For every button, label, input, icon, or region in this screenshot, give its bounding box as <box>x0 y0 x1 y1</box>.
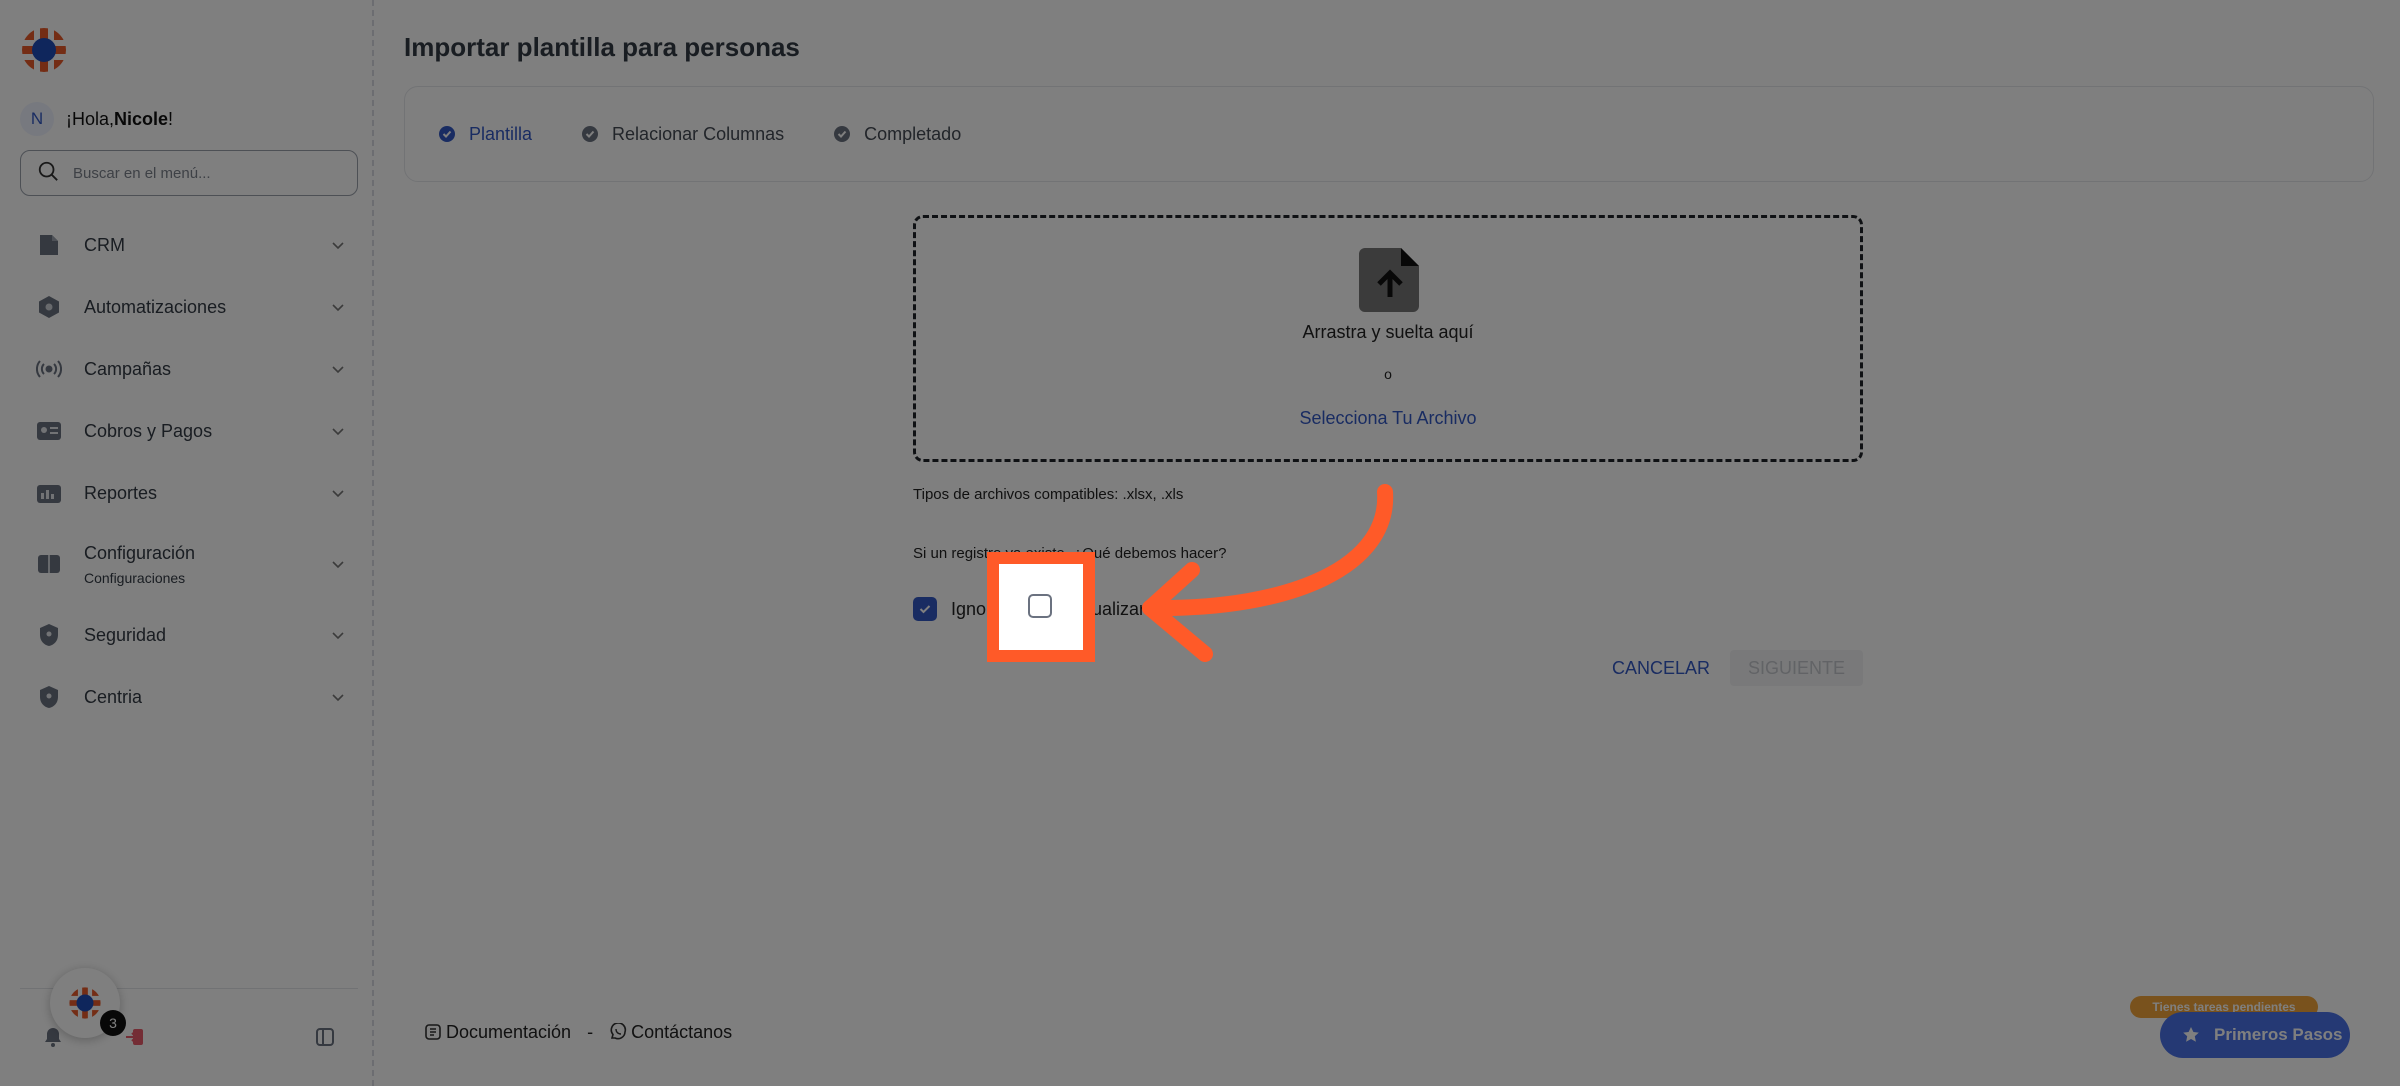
dropzone-instructions: Arrastra y suelta aquí <box>1302 322 1474 342</box>
sidebar-item-label: CRM <box>84 234 125 255</box>
footer-links: Documentación - Contáctanos <box>424 1020 732 1044</box>
brand-logo-icon <box>69 987 101 1019</box>
bell-icon[interactable] <box>42 1026 64 1048</box>
contact-label: Contáctanos <box>631 1021 733 1042</box>
ignore-checkbox[interactable] <box>913 597 937 621</box>
document-icon <box>425 1024 441 1040</box>
id-card-icon <box>36 418 62 444</box>
sidebar-item-configuracion[interactable]: Configuración Configuraciones <box>20 524 358 604</box>
sidebar-item-seguridad[interactable]: Seguridad <box>20 604 358 666</box>
step-relacionar-columnas: Relacionar Columnas <box>582 124 784 145</box>
next-button[interactable]: SIGUIENTE <box>1730 650 1863 686</box>
sidebar-item-automatizaciones[interactable]: Automatizaciones <box>20 276 358 338</box>
notification-badge: 3 <box>100 1010 126 1036</box>
step-plantilla: Plantilla <box>439 124 532 145</box>
avatar[interactable]: N <box>20 102 54 136</box>
chevron-down-icon <box>332 490 344 498</box>
sidebar-item-sublabel: Configuraciones <box>84 569 186 586</box>
sidebar-item-campanas[interactable]: Campañas <box>20 338 358 400</box>
chevron-down-icon <box>332 561 344 569</box>
highlight-box <box>999 564 1083 650</box>
greeting-prefix: ¡Hola, <box>66 108 115 129</box>
check-circle-icon <box>439 126 455 142</box>
search-icon <box>37 160 59 187</box>
user-greeting: N ¡Hola, Nicole! <box>20 102 173 136</box>
logout-icon[interactable] <box>124 1026 146 1048</box>
upload-file-icon <box>1359 248 1419 312</box>
step-label: Relacionar Columnas <box>612 123 785 144</box>
broadcast-icon <box>36 356 62 382</box>
page-title: Importar plantilla para personas <box>404 32 800 62</box>
sidebar-item-label: Automatizaciones <box>84 296 227 317</box>
hexagon-icon <box>36 294 62 320</box>
menu-search[interactable] <box>20 150 358 196</box>
check-icon <box>919 605 931 614</box>
shield-icon <box>36 684 62 710</box>
sidebar-item-centria[interactable]: Centria <box>20 666 358 728</box>
sidebar-item-text: Configuración Configuraciones <box>84 543 330 586</box>
cancel-button[interactable]: CANCELAR <box>1604 650 1718 686</box>
chevron-down-icon <box>332 366 344 374</box>
greeting-suffix: ! <box>168 108 174 129</box>
shield-icon <box>36 622 62 648</box>
collapse-sidebar-icon[interactable] <box>314 1026 336 1048</box>
user-name: Nicole <box>114 108 169 129</box>
step-label: Plantilla <box>469 123 533 144</box>
chart-card-icon <box>36 480 62 506</box>
sidebar-item-label: Configuración <box>84 542 196 563</box>
brand-logo[interactable] <box>20 26 68 74</box>
chevron-down-icon <box>332 242 344 250</box>
sidebar-item-label: Reportes <box>84 482 158 503</box>
sidebar-menu: CRM Automatizaciones Campañas Cobros y P… <box>20 214 358 728</box>
step-completado: Completado <box>834 124 961 145</box>
footer-separator: - <box>587 1021 594 1042</box>
check-circle-icon <box>582 126 599 142</box>
check-circle-icon <box>834 126 851 142</box>
sidebar-item-label: Seguridad <box>84 624 167 645</box>
chevron-down-icon <box>332 428 344 436</box>
file-icon <box>36 232 62 258</box>
ignore-option[interactable]: Ignorar <box>913 595 1008 623</box>
star-icon <box>2183 1027 2199 1042</box>
contact-link[interactable]: Contáctanos <box>609 1022 732 1043</box>
sidebar-item-reportes[interactable]: Reportes <box>20 462 358 524</box>
sidebar: N ¡Hola, Nicole! CRM Automatizaciones <box>0 0 374 1086</box>
first-steps-button[interactable]: Primeros Pasos <box>2160 1012 2350 1058</box>
step-label: Completado <box>864 123 962 144</box>
import-stepper: Plantilla Relacionar Columnas Completado <box>404 86 2374 182</box>
sidebar-item-crm[interactable]: CRM <box>20 214 358 276</box>
sidebar-item-label: Cobros y Pagos <box>84 420 213 441</box>
docs-link[interactable]: Documentación <box>424 1022 571 1043</box>
select-file-link[interactable]: Selecciona Tu Archivo <box>916 408 1860 429</box>
chevron-down-icon <box>332 694 344 702</box>
first-steps-label: Primeros Pasos <box>2214 1025 2343 1044</box>
chevron-down-icon <box>332 304 344 312</box>
whatsapp-icon <box>610 1023 627 1040</box>
chevron-down-icon <box>332 632 344 640</box>
pointer-arrow-icon <box>1142 484 1394 662</box>
search-input[interactable] <box>73 164 333 182</box>
sidebar-item-cobros-y-pagos[interactable]: Cobros y Pagos <box>20 400 358 462</box>
sidebar-item-label: Campañas <box>84 358 172 379</box>
update-checkbox-highlighted[interactable] <box>1028 594 1052 618</box>
dropzone-or: o <box>1384 366 1392 382</box>
file-dropzone[interactable]: Arrastra y suelta aquí o Selecciona Tu A… <box>913 215 1863 462</box>
sidebar-item-label: Centria <box>84 686 143 707</box>
docs-label: Documentación <box>446 1021 572 1042</box>
book-icon <box>36 551 62 577</box>
